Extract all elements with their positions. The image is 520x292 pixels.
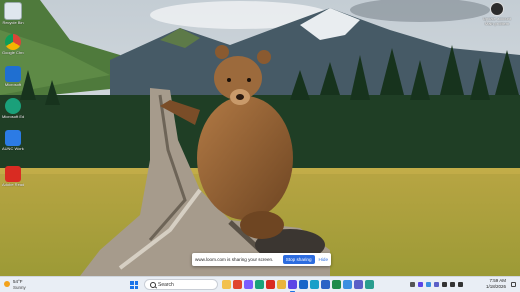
desktop-icon-chrome[interactable]: Google Chrome <box>2 34 24 56</box>
edge-icon[interactable] <box>255 280 264 289</box>
chrome-icon[interactable] <box>233 280 242 289</box>
adobe-acrobat-icon[interactable] <box>266 280 275 289</box>
chevron-up-icon[interactable] <box>410 282 415 287</box>
account-line2: Main problem <box>484 21 510 26</box>
desktop-icon-label: Recycle Bin <box>2 21 24 25</box>
search-icon <box>150 282 156 288</box>
search-placeholder: Search <box>158 282 174 288</box>
excel-icon[interactable] <box>332 280 341 289</box>
account-icon <box>490 2 504 16</box>
weather-temp: 54°F <box>13 279 23 284</box>
desktop-icon-microsoft[interactable]: Microsoft <box>2 66 24 88</box>
hide-button[interactable]: Hide <box>319 257 328 262</box>
wallpaper-bear-landscape <box>0 0 520 276</box>
desktop-icon-recycle-bin[interactable]: Recycle Bin <box>2 2 24 26</box>
desktop-icon-edge[interactable]: Microsoft Edge <box>2 98 24 120</box>
speaker-icon[interactable] <box>450 282 455 287</box>
clock[interactable]: 7:59 AM 1/18/2026 <box>486 278 506 290</box>
share-message: www.loom.com is sharing your screen. <box>195 257 274 262</box>
adobe-reader-icon <box>5 166 21 182</box>
edge-icon[interactable] <box>310 280 319 289</box>
desktop-icon-label: Google Chrome <box>2 51 24 55</box>
desktop-icon-label: Adobe Reader <box>2 183 24 187</box>
stop-sharing-button[interactable]: Stop sharing <box>282 255 315 264</box>
taskbar: 54°F Sunny Search 7:59 AM 1/18/2026 <box>0 276 520 292</box>
screen-share-bar: www.loom.com is sharing your screen. Sto… <box>192 253 331 266</box>
chrome-icon <box>5 34 21 50</box>
loom-icon[interactable] <box>288 280 297 292</box>
desktop-icon-label: Microsoft <box>4 83 22 87</box>
onedrive-tray-icon[interactable] <box>426 282 431 287</box>
teams-icon[interactable] <box>354 280 363 289</box>
folder-icon[interactable] <box>277 280 286 289</box>
notification-icon[interactable] <box>511 282 516 287</box>
microsoft-store-icon <box>5 66 21 82</box>
recycle-bin-icon <box>4 2 22 20</box>
desktop-icon-adobe-reader[interactable]: Adobe Reader <box>2 166 24 188</box>
desktop: Recycle Bin Google Chrome Microsoft Micr… <box>0 0 520 276</box>
outlook-icon[interactable] <box>299 280 308 289</box>
file-explorer-icon[interactable] <box>222 280 231 289</box>
app-icon[interactable] <box>365 280 374 289</box>
desktop-icon-label: Microsoft Edge <box>2 115 24 119</box>
copilot-icon[interactable] <box>244 280 253 289</box>
wifi-icon[interactable] <box>442 282 447 287</box>
battery-icon[interactable] <box>458 282 463 287</box>
sun-icon <box>4 281 10 287</box>
teams-tray-icon[interactable] <box>434 282 439 287</box>
account-widget[interactable]: Update account Main problem <box>480 2 514 26</box>
search-box[interactable]: Search <box>144 279 218 290</box>
clock-date: 1/18/2026 <box>485 284 506 289</box>
start-button[interactable] <box>130 281 138 289</box>
word-icon[interactable] <box>321 280 330 289</box>
desktop-icon-workspace[interactable]: AUNC Workspace <box>2 130 24 152</box>
loom-tray-icon[interactable] <box>418 282 423 287</box>
onedrive-icon[interactable] <box>343 280 352 289</box>
workspace-icon <box>5 130 21 146</box>
weather-condition: Sunny <box>13 285 26 290</box>
edge-icon <box>5 98 21 114</box>
desktop-icon-label: AUNC Workspace <box>2 147 24 151</box>
